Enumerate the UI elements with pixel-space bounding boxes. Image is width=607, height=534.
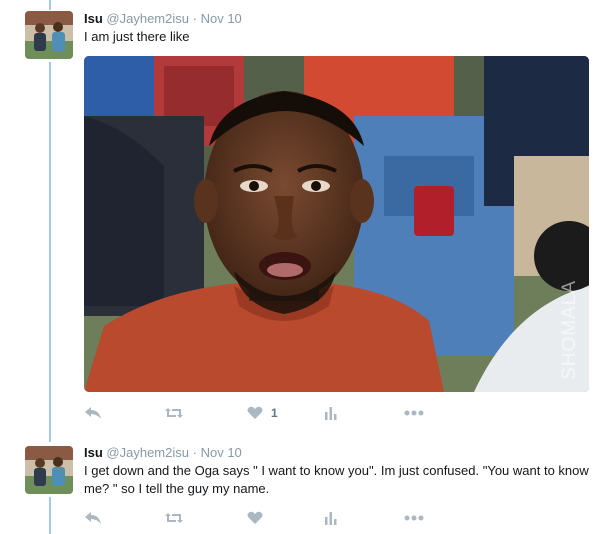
heart-icon	[247, 406, 263, 420]
avatar[interactable]	[25, 446, 73, 494]
tweet-header: Isu @Jayhem2isu · Nov 10	[84, 445, 242, 460]
like-button[interactable]: 1	[247, 404, 278, 422]
tweet-text: I get down and the Oga says " I want to …	[84, 463, 589, 496]
more-button[interactable]	[404, 404, 424, 422]
timestamp[interactable]: Nov 10	[201, 11, 242, 26]
retweet-button[interactable]	[164, 404, 184, 422]
separator: ·	[192, 11, 197, 26]
username[interactable]: @Jayhem2isu	[106, 11, 189, 26]
more-icon	[404, 515, 424, 521]
retweet-button[interactable]	[164, 509, 184, 527]
reply-icon	[84, 511, 102, 525]
analytics-button[interactable]	[324, 509, 338, 527]
display-name[interactable]: Isu	[84, 445, 103, 460]
avatar[interactable]	[25, 11, 73, 59]
retweet-icon	[164, 511, 184, 525]
reply-button[interactable]	[84, 404, 102, 422]
reply-icon	[84, 406, 102, 420]
analytics-icon	[324, 511, 338, 525]
photo-watermark: SHOMALA	[559, 280, 580, 380]
retweet-icon	[164, 406, 184, 420]
analytics-icon	[324, 406, 338, 420]
like-count: 1	[271, 406, 278, 420]
tweet-text: I am just there like	[84, 29, 190, 44]
reply-button[interactable]	[84, 509, 102, 527]
tweet-actions	[84, 509, 444, 527]
tweet-actions: 1	[84, 404, 444, 422]
separator: ·	[192, 445, 197, 460]
analytics-button[interactable]	[324, 404, 338, 422]
tweet[interactable]: Isu @Jayhem2isu · Nov 10 I get down and …	[0, 430, 607, 534]
display-name[interactable]: Isu	[84, 11, 103, 26]
more-icon	[404, 410, 424, 416]
tweet-photo[interactable]: SHOMALA	[84, 56, 589, 392]
timestamp[interactable]: Nov 10	[201, 445, 242, 460]
heart-icon	[247, 511, 263, 525]
tweet-header: Isu @Jayhem2isu · Nov 10	[84, 11, 242, 26]
like-button[interactable]	[247, 509, 271, 527]
username[interactable]: @Jayhem2isu	[106, 445, 189, 460]
tweet[interactable]: Isu @Jayhem2isu · Nov 10 I am just there…	[0, 0, 607, 430]
more-button[interactable]	[404, 509, 424, 527]
